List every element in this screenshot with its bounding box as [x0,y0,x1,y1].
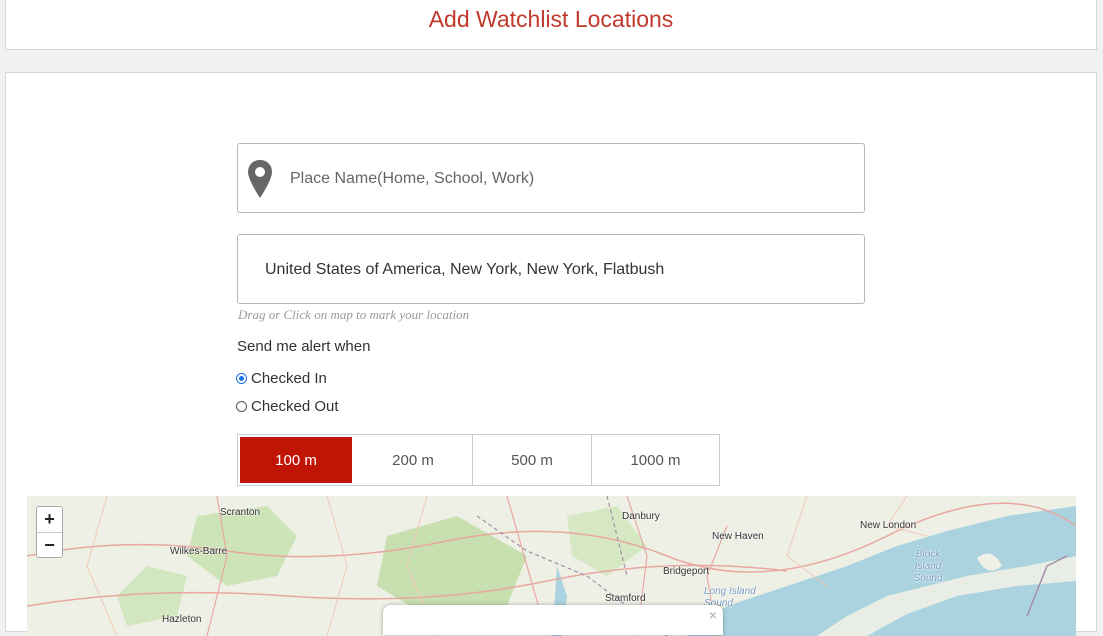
radio-checked-out[interactable]: Checked Out [236,398,339,415]
map-label-new-london: New London [860,520,917,531]
header-card: Add Watchlist Locations [5,0,1097,50]
place-name-input[interactable] [288,163,852,195]
zoom-out-button[interactable]: − [37,533,62,558]
map-label-block-island-sound: Block Island Sound [913,549,943,584]
map-label-bridgeport: Bridgeport [663,566,710,577]
map-label-new-haven: New Haven [712,531,764,542]
map-label-danbury: Danbury [622,511,660,522]
distance-selector: 100 m 200 m 500 m 1000 m [237,434,720,486]
zoom-in-button[interactable]: + [37,507,62,533]
map-label-wilkes-barre: Wilkes-Barre [170,546,228,557]
distance-200-button[interactable]: 200 m [354,435,473,485]
map-popup: × [383,605,723,635]
map-label-stamford: Stamford [605,593,646,604]
distance-100-button[interactable]: 100 m [240,437,352,483]
map-hint: Drag or Click on map to mark your locati… [238,307,470,322]
map-label-hazleton: Hazleton [162,614,202,625]
radio-checked-in-button[interactable] [236,373,247,384]
zoom-control: + − [36,506,63,558]
distance-500-button[interactable]: 500 m [473,435,592,485]
radio-checked-out-button[interactable] [236,401,247,412]
radio-checked-in[interactable]: Checked In [236,370,327,387]
radio-checked-in-label: Checked In [251,370,327,387]
alert-label: Send me alert when [237,338,371,355]
address-input[interactable] [263,254,847,286]
distance-1000-button[interactable]: 1000 m [592,435,719,485]
map-label-scranton: Scranton [220,507,261,518]
address-field[interactable] [237,234,865,304]
popup-close-icon[interactable]: × [709,607,717,623]
map-pin-icon [248,160,272,198]
radio-checked-out-label: Checked Out [251,398,339,415]
place-name-field[interactable] [237,143,865,213]
page-title: Add Watchlist Locations [428,6,674,32]
